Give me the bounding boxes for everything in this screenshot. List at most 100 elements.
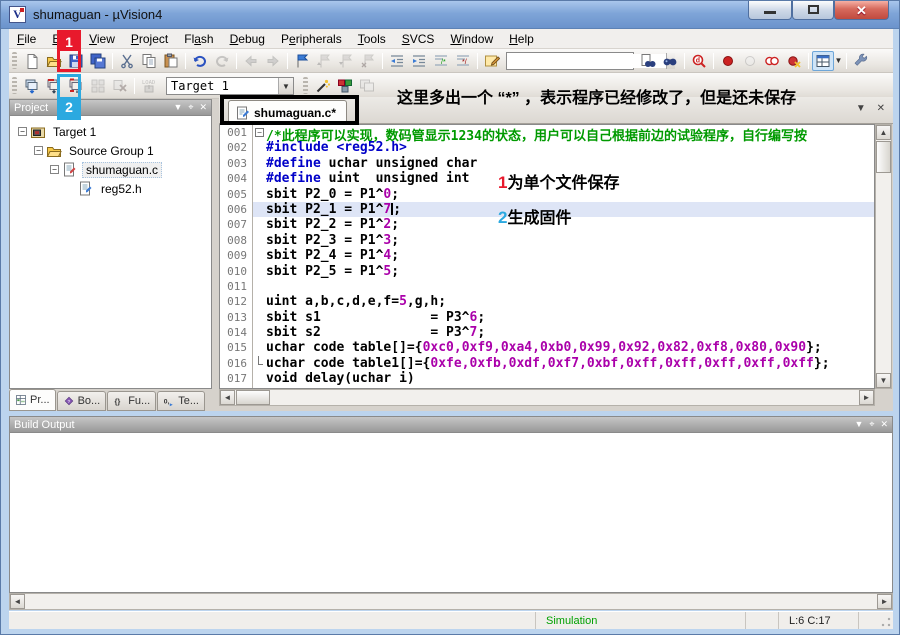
toolbar-button-comment-selection[interactable]: /* xyxy=(430,51,452,71)
code-line-012[interactable]: 012uint a,b,c,d,e,f=5,g,h; xyxy=(220,294,874,309)
toolbar-button-breakpoint-toggle[interactable] xyxy=(717,51,739,71)
tree-expander-icon[interactable]: − xyxy=(50,165,59,174)
fold-margin xyxy=(253,310,266,325)
panel-tab-fu[interactable]: {}Fu... xyxy=(107,391,156,411)
toolbar-button-translate-file[interactable] xyxy=(21,76,43,96)
horizontal-scroll-thumb[interactable] xyxy=(236,390,270,405)
toolbar-grip[interactable] xyxy=(303,77,308,95)
tree-expander-icon[interactable]: − xyxy=(18,127,27,136)
code-line-008[interactable]: 008sbit P2_3 = P1^3; xyxy=(220,233,874,248)
toolbar-button-outdent[interactable] xyxy=(386,51,408,71)
panel-tab-pr[interactable]: Pr... xyxy=(9,389,56,411)
code-text: void delay(uchar i) xyxy=(266,371,874,386)
tree-item-shumaguan.c[interactable]: −shumaguan.c xyxy=(10,160,211,179)
fold-marker-icon[interactable]: − xyxy=(253,125,266,140)
fold-margin xyxy=(253,187,266,202)
toolbar-grip[interactable] xyxy=(12,52,17,68)
code-line-014[interactable]: 014sbit s2 = P3^7; xyxy=(220,325,874,340)
panel-dropdown-icon[interactable]: ▼ xyxy=(854,417,863,432)
menu-help[interactable]: Help xyxy=(501,30,542,48)
menu-svcs[interactable]: SVCS xyxy=(394,30,443,48)
scroll-left-icon[interactable]: ◄ xyxy=(10,594,25,609)
code-line-010[interactable]: 010sbit P2_5 = P1^5; xyxy=(220,264,874,279)
tree-expander-icon[interactable]: − xyxy=(34,146,43,155)
toolbar-button-manage-components[interactable] xyxy=(334,76,356,96)
panel-tab-bo[interactable]: ?Bo... xyxy=(57,391,107,411)
scroll-right-icon[interactable]: ► xyxy=(859,390,874,405)
code-line-017[interactable]: 017void delay(uchar i) xyxy=(220,371,874,386)
status-bar: Simulation L:6 C:17 xyxy=(9,611,893,629)
maximize-button[interactable] xyxy=(792,1,834,20)
editor-horizontal-scrollbar[interactable]: ◄ ► xyxy=(219,389,875,406)
code-line-013[interactable]: 013sbit s1 = P3^6; xyxy=(220,310,874,325)
panel-tab-te[interactable]: 0,Te... xyxy=(157,391,205,411)
panel-pin-icon[interactable]: ⌖ xyxy=(188,100,193,115)
toolbar-button-copy[interactable] xyxy=(138,51,160,71)
panel-close-icon[interactable]: ✕ xyxy=(880,417,888,432)
scroll-up-icon[interactable]: ▲ xyxy=(876,125,891,140)
document-bar-controls: ▼ ✕ xyxy=(848,103,885,114)
window-title: shumaguan - µVision4 xyxy=(33,7,162,22)
menu-debug[interactable]: Debug xyxy=(222,30,273,48)
toolbar-button-new-file[interactable] xyxy=(21,51,43,71)
code-line-015[interactable]: 015uchar code table[]={0xc0,0xf9,0xa4,0x… xyxy=(220,340,874,355)
panel-dropdown-icon[interactable]: ▼ xyxy=(173,100,182,115)
annotation-build-note: 2生成固件 xyxy=(498,208,571,229)
toolbar-button-indent[interactable] xyxy=(408,51,430,71)
code-line-011[interactable]: 011 xyxy=(220,279,874,294)
toolbar-button-configure-wrench[interactable] xyxy=(850,51,872,71)
build-output-title: Build Output xyxy=(14,419,75,431)
code-editor[interactable]: 001−/*此程序可以实现，数码管显示1234的状态，用户可以自己根据前边的试验… xyxy=(219,124,875,389)
layout-dropdown-icon[interactable]: ▼ xyxy=(834,56,843,65)
code-line-002[interactable]: 002#include <reg52.h> xyxy=(220,140,874,155)
annotation-build-highlight: 2 xyxy=(57,74,81,120)
scroll-down-icon[interactable]: ▼ xyxy=(876,373,891,388)
menu-file[interactable]: File xyxy=(9,30,44,48)
toolbar-button-breakpoint-enable-all[interactable] xyxy=(761,51,783,71)
toolbar-button-find-in-files[interactable] xyxy=(637,51,659,71)
toolbar-button-undo[interactable] xyxy=(189,51,211,71)
close-button[interactable]: ✕ xyxy=(834,1,889,20)
tree-item-target-1[interactable]: −Target 1 xyxy=(10,122,211,141)
code-line-009[interactable]: 009sbit P2_4 = P1^4; xyxy=(220,248,874,263)
toolbar-button-debug-session[interactable]: d xyxy=(688,51,710,71)
tree-item-source-group-1[interactable]: −Source Group 1 xyxy=(10,141,211,160)
panel-close-icon[interactable]: ✕ xyxy=(199,100,207,115)
toolbar-button-window-layout[interactable] xyxy=(812,51,834,71)
toolbar-button-uncomment-selection[interactable]: */ xyxy=(452,51,474,71)
menu-view[interactable]: View xyxy=(81,30,123,48)
scroll-left-icon[interactable]: ◄ xyxy=(220,390,235,405)
toolbar-button-breakpoint-kill-all[interactable] xyxy=(783,51,805,71)
menu-flash[interactable]: Flash xyxy=(176,30,221,48)
target-select[interactable]: Target 1▼ xyxy=(166,77,294,95)
toolbar-button-edit-template[interactable] xyxy=(481,51,503,71)
vertical-scroll-thumb[interactable] xyxy=(876,141,891,173)
menu-project[interactable]: Project xyxy=(123,30,176,48)
code-line-016[interactable]: 016uchar code table1[]={0xfe,0xfb,0xdf,0… xyxy=(220,356,874,371)
toolbar-button-paste[interactable] xyxy=(160,51,182,71)
panel-pin-icon[interactable]: ⌖ xyxy=(869,417,874,432)
scroll-right-icon[interactable]: ► xyxy=(877,594,892,609)
toolbar-button-find[interactable] xyxy=(659,51,681,71)
menu-tools[interactable]: Tools xyxy=(350,30,394,48)
tab-books-icon: ? xyxy=(63,395,75,407)
target-dropdown-icon[interactable]: ▼ xyxy=(278,78,293,94)
find-combobox[interactable]: ▼ xyxy=(506,52,634,70)
toolbar-button-cut[interactable] xyxy=(116,51,138,71)
code-line-001[interactable]: 001−/*此程序可以实现，数码管显示1234的状态，用户可以自己根据前边的试验… xyxy=(220,125,874,140)
toolbar-grip[interactable] xyxy=(12,77,17,95)
editor-vertical-scrollbar[interactable]: ▲ ▼ xyxy=(875,124,892,389)
toolbar-button-bookmark-toggle[interactable] xyxy=(291,51,313,71)
resize-grip[interactable] xyxy=(859,612,893,629)
menu-window[interactable]: Window xyxy=(442,30,501,48)
toolbar-button-save-all[interactable] xyxy=(87,51,109,71)
code-line-003[interactable]: 003#define uchar unsigned char xyxy=(220,156,874,171)
menu-peripherals[interactable]: Peripherals xyxy=(273,30,350,48)
document-close-icon[interactable]: ✕ xyxy=(877,103,885,114)
toolbar-button-target-options-wand[interactable] xyxy=(312,76,334,96)
build-output-content[interactable] xyxy=(9,433,893,593)
build-output-scrollbar[interactable]: ◄ ► xyxy=(9,593,893,610)
document-list-dropdown-icon[interactable]: ▼ xyxy=(856,103,866,114)
minimize-button[interactable] xyxy=(748,1,792,20)
tree-item-reg52.h[interactable]: reg52.h xyxy=(10,179,211,198)
